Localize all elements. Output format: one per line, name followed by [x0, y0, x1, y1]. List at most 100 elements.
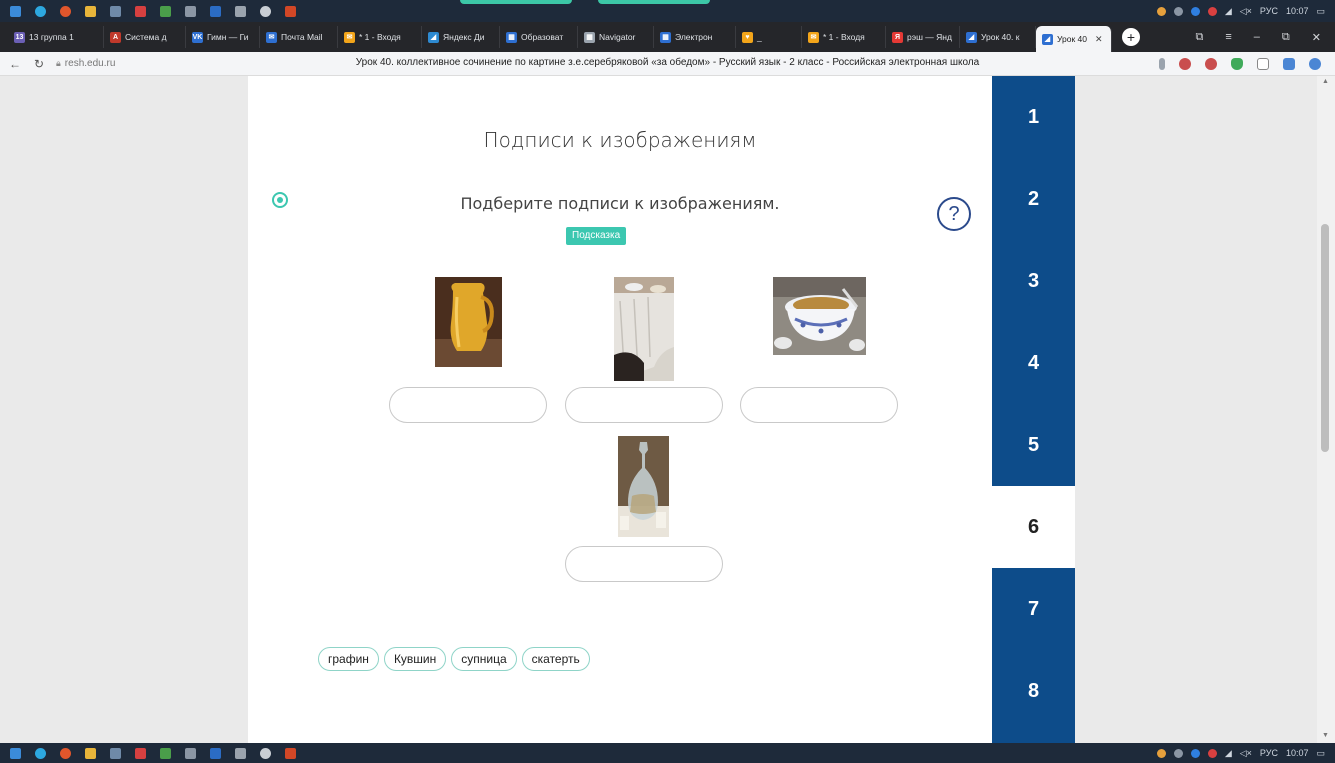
document-icon[interactable]: [110, 747, 121, 759]
language-indicator[interactable]: РУС: [1260, 748, 1278, 758]
yandex-browser-icon[interactable]: [60, 747, 71, 759]
step-3[interactable]: 3: [992, 240, 1075, 322]
help-icon[interactable]: ?: [937, 197, 971, 231]
powerpoint-icon[interactable]: [285, 5, 296, 17]
shield-icon[interactable]: [1231, 57, 1243, 70]
edge-icon[interactable]: [35, 5, 46, 17]
app-icon[interactable]: [135, 5, 146, 17]
browser-tab[interactable]: ✉ * 1 - Входя: [802, 26, 886, 48]
yandex-browser-icon[interactable]: [60, 5, 71, 17]
start-icon[interactable]: [10, 747, 21, 759]
clock[interactable]: 10:07: [1286, 6, 1309, 16]
collections-icon[interactable]: ⧉: [1196, 31, 1204, 44]
tray-icon[interactable]: [1207, 6, 1217, 16]
scroll-up-icon[interactable]: ▲: [1322, 78, 1329, 85]
start-icon[interactable]: [10, 5, 21, 17]
bookmark-icon[interactable]: [1159, 57, 1165, 70]
browser-tab[interactable]: ✉ Почта Mail: [260, 26, 338, 48]
browser-tab[interactable]: ▦ Navigator: [578, 26, 654, 48]
folder-icon[interactable]: [85, 5, 96, 17]
tray-icon[interactable]: [1156, 748, 1166, 758]
tray-icon[interactable]: [1156, 6, 1166, 16]
settings-icon[interactable]: [260, 747, 271, 759]
powerpoint-icon[interactable]: [285, 747, 296, 759]
tab-favicon-icon: ✉: [344, 31, 355, 43]
app-icon[interactable]: [235, 747, 246, 759]
caption-dropbox-jug[interactable]: [389, 387, 547, 423]
language-indicator[interactable]: РУС: [1260, 6, 1278, 16]
word-chip[interactable]: Кувшин: [383, 647, 447, 671]
browser-tab[interactable]: ▦ Электрон: [654, 26, 736, 48]
settings-icon[interactable]: [260, 5, 271, 17]
bluetooth-icon[interactable]: [1190, 6, 1200, 16]
tab-label: 13 группа 1: [29, 32, 74, 42]
extension-icon[interactable]: [1257, 57, 1269, 70]
word-icon[interactable]: [210, 747, 221, 759]
new-tab-button[interactable]: +: [1122, 28, 1140, 46]
menu-icon[interactable]: ≡: [1225, 31, 1231, 44]
app-icon[interactable]: [185, 747, 196, 759]
app-icon[interactable]: [185, 5, 196, 17]
word-chip[interactable]: супница: [451, 647, 517, 671]
extension-icon[interactable]: [1179, 57, 1191, 70]
minimize-button[interactable]: –: [1254, 31, 1260, 44]
url-field[interactable]: resh.edu.ru: [65, 58, 116, 69]
app-icon[interactable]: [235, 5, 246, 17]
browser-tab-active[interactable]: ◢ Урок 40 ✕: [1036, 26, 1112, 52]
browser-tab[interactable]: ✉ * 1 - Входя: [338, 26, 422, 48]
step-8[interactable]: 8: [992, 650, 1075, 732]
word-chip[interactable]: графин: [318, 647, 379, 671]
browser-tab[interactable]: VK Гимн — Ги: [186, 26, 260, 48]
browser-tab[interactable]: ▦ Образоват: [500, 26, 578, 48]
word-chip[interactable]: скатерть: [521, 647, 590, 671]
step-6[interactable]: 6: [992, 486, 1075, 568]
browser-tab[interactable]: Ярэш — Янд: [886, 26, 960, 48]
close-window-button[interactable]: ✕: [1312, 31, 1321, 44]
network-icon[interactable]: ◢: [1225, 748, 1232, 759]
step-1[interactable]: 1: [992, 76, 1075, 158]
browser-tab[interactable]: ♥ _: [736, 26, 802, 48]
extension-icon[interactable]: [1205, 57, 1217, 70]
volume-icon[interactable]: ◁×: [1240, 6, 1252, 17]
step-5[interactable]: 5: [992, 404, 1075, 486]
browser-tab[interactable]: 13 13 группа 1: [8, 26, 104, 48]
page-scrollbar[interactable]: ▲ ▼: [1317, 76, 1335, 743]
clock[interactable]: 10:07: [1286, 748, 1309, 758]
tray-icon[interactable]: [1173, 6, 1183, 16]
word-icon[interactable]: [210, 5, 221, 17]
browser-tab[interactable]: ◢ Яндекс Ди: [422, 26, 500, 48]
step-2[interactable]: 2: [992, 158, 1075, 240]
tab-favicon-icon: ◢: [966, 31, 977, 43]
document-icon[interactable]: [110, 5, 121, 17]
close-tab-icon[interactable]: ✕: [1095, 34, 1103, 45]
bluetooth-icon[interactable]: [1190, 748, 1200, 758]
extension-icon[interactable]: [1283, 57, 1295, 70]
hint-button[interactable]: Подсказка: [566, 227, 627, 245]
tray-icon[interactable]: [1173, 748, 1183, 758]
volume-icon[interactable]: ◁×: [1240, 748, 1252, 759]
tab-label: * 1 - Входя: [823, 32, 865, 42]
caption-dropbox-tablecloth[interactable]: [565, 387, 723, 423]
notifications-icon[interactable]: ▭: [1316, 748, 1325, 759]
back-button[interactable]: ←: [6, 57, 24, 71]
tab-favicon-icon: ✉: [808, 31, 819, 43]
step-7[interactable]: 7: [992, 568, 1075, 650]
step-4[interactable]: 4: [992, 322, 1075, 404]
download-icon[interactable]: [1309, 57, 1321, 70]
tray-icon[interactable]: [1207, 748, 1217, 758]
app-icon[interactable]: [135, 747, 146, 759]
app-icon[interactable]: [160, 747, 171, 759]
reload-button[interactable]: ↻: [30, 57, 48, 71]
notifications-icon[interactable]: ▭: [1316, 6, 1325, 17]
caption-dropbox-decanter[interactable]: [565, 546, 723, 582]
scroll-thumb[interactable]: [1321, 224, 1329, 452]
app-icon[interactable]: [160, 5, 171, 17]
folder-icon[interactable]: [85, 747, 96, 759]
browser-tab[interactable]: А Система д: [104, 26, 186, 48]
browser-tab[interactable]: ◢ Урок 40. к: [960, 26, 1036, 48]
caption-dropbox-tureen[interactable]: [740, 387, 898, 423]
scroll-down-icon[interactable]: ▼: [1322, 732, 1329, 739]
network-icon[interactable]: ◢: [1225, 6, 1232, 17]
restore-button[interactable]: ⧉: [1282, 31, 1290, 44]
edge-icon[interactable]: [35, 747, 46, 759]
